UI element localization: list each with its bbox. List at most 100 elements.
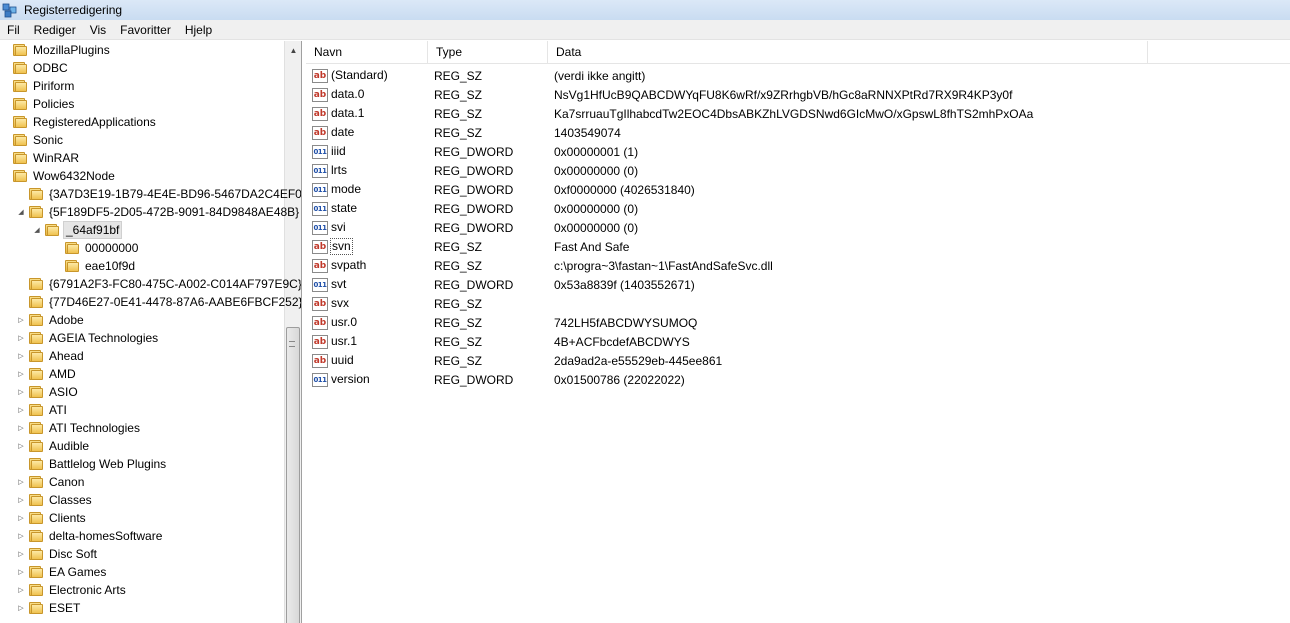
tree-item-label[interactable]: Wow6432Node [31, 168, 117, 184]
tree-item[interactable]: ◢ _64af91bf [32, 221, 123, 239]
scroll-thumb[interactable] [286, 327, 300, 623]
tree-item-label[interactable]: Adobe [47, 312, 86, 328]
value-row[interactable]: ab usr.0 REG_SZ 742LH5fABCDWYSUMOQ [306, 313, 1290, 332]
collapsed-arrow-icon[interactable]: ▷ [16, 563, 26, 581]
tree-item-label[interactable]: ESET [47, 600, 82, 616]
tree-item[interactable]: ▷ ASIO [16, 383, 80, 401]
value-row[interactable]: ab uuid REG_SZ 2da9ad2a-e55529eb-445ee861 [306, 351, 1290, 370]
tree-item-label[interactable]: ATI Technologies [47, 420, 142, 436]
tree-item-label[interactable]: Audible [47, 438, 91, 454]
tree-item[interactable]: Battlelog Web Plugins [16, 455, 168, 473]
collapsed-arrow-icon[interactable]: ▷ [16, 599, 26, 617]
tree-item[interactable]: ▷ delta-homesSoftware [16, 527, 164, 545]
tree-item[interactable]: ▷ Electronic Arts [16, 581, 128, 599]
tree-item-label[interactable]: MozillaPlugins [31, 42, 112, 58]
tree-item[interactable]: ▷ EA Games [16, 563, 108, 581]
tree-item[interactable]: ▷ ATI Technologies [16, 419, 142, 437]
value-row[interactable]: 011 svt REG_DWORD 0x53a8839f (1403552671) [306, 275, 1290, 294]
tree-item[interactable]: ▷ Clients [16, 509, 88, 527]
collapsed-arrow-icon[interactable]: ▷ [16, 401, 26, 419]
menu-favorites[interactable]: Favoritter [113, 21, 178, 39]
tree-item[interactable]: Policies [0, 95, 76, 113]
column-header-name[interactable]: Navn [306, 41, 428, 64]
column-header-type[interactable]: Type [428, 41, 548, 64]
tree-item-label[interactable]: Piriform [31, 78, 76, 94]
tree-item[interactable]: eae10f9d [52, 257, 137, 275]
tree-item[interactable]: ▷ ESET [16, 599, 82, 617]
tree-item[interactable]: RegisteredApplications [0, 113, 158, 131]
tree-item-label[interactable]: ASIO [47, 384, 80, 400]
tree-item-label[interactable]: delta-homesSoftware [47, 528, 164, 544]
tree-item-label[interactable]: {5F189DF5-2D05-472B-9091-84D9848AE48B} [47, 204, 301, 220]
menu-file[interactable]: Fil [0, 21, 27, 39]
tree-scrollbar[interactable]: ▲ [284, 41, 301, 623]
value-row[interactable]: ab svx REG_SZ [306, 294, 1290, 313]
tree-item[interactable]: ▷ AGEIA Technologies [16, 329, 160, 347]
value-row[interactable]: ab data.0 REG_SZ NsVg1HfUcB9QABCDWYqFU8K6wR… [306, 85, 1290, 104]
collapsed-arrow-icon[interactable]: ▷ [16, 365, 26, 383]
tree-item-label[interactable]: {77D46E27-0E41-4478-87A6-AABE6FBCF252} [47, 294, 301, 310]
value-row[interactable]: 011 svi REG_DWORD 0x00000000 (0) [306, 218, 1290, 237]
tree-item-label[interactable]: Canon [47, 474, 86, 490]
tree-item[interactable]: MozillaPlugins [0, 41, 112, 59]
tree-item-label[interactable]: EA Games [47, 564, 108, 580]
collapsed-arrow-icon[interactable]: ▷ [16, 491, 26, 509]
tree-item-label[interactable]: {6791A2F3-FC80-475C-A002-C014AF797E9C} [47, 276, 301, 292]
collapsed-arrow-icon[interactable]: ▷ [16, 329, 26, 347]
values-list[interactable]: Navn Type Data ab (Standard) REG_SZ (verdi … [306, 41, 1290, 623]
tree-item[interactable]: ODBC [0, 59, 70, 77]
expanded-arrow-icon[interactable]: ◢ [32, 221, 42, 239]
menu-help[interactable]: Hjelp [178, 21, 219, 39]
tree-item-label[interactable]: eae10f9d [83, 258, 137, 274]
tree-item-label[interactable]: RegisteredApplications [31, 114, 158, 130]
tree-item[interactable]: ▷ AMD [16, 365, 78, 383]
value-row[interactable]: ab data.1 REG_SZ Ka7srruauTgIlhabcdTw2EOC4D… [306, 104, 1290, 123]
collapsed-arrow-icon[interactable]: ▷ [16, 437, 26, 455]
tree-item-label[interactable]: WinRAR [31, 150, 81, 166]
collapsed-arrow-icon[interactable]: ▷ [16, 419, 26, 437]
collapsed-arrow-icon[interactable]: ▷ [16, 311, 26, 329]
collapsed-arrow-icon[interactable]: ▷ [16, 545, 26, 563]
value-row[interactable]: ab svpath REG_SZ c:\progra~3\fastan~1\FastA… [306, 256, 1290, 275]
tree-item-label[interactable]: Policies [31, 96, 76, 112]
tree-item-label[interactable]: Sonic [31, 132, 65, 148]
tree-item-label[interactable]: Ahead [47, 348, 86, 364]
tree-item-label[interactable]: Disc Soft [47, 546, 99, 562]
value-row[interactable]: ab usr.1 REG_SZ 4B+ACFbcdefABCDWYS [306, 332, 1290, 351]
collapsed-arrow-icon[interactable]: ▷ [16, 509, 26, 527]
tree-item[interactable]: ▷ Adobe [16, 311, 86, 329]
tree-item-label[interactable]: AGEIA Technologies [47, 330, 160, 346]
tree-item[interactable]: ▷ Canon [16, 473, 86, 491]
collapsed-arrow-icon[interactable]: ▷ [16, 347, 26, 365]
value-row[interactable]: 011 version REG_DWORD 0x01500786 (22022022) [306, 370, 1290, 389]
tree-item-label[interactable]: Electronic Arts [47, 582, 128, 598]
tree-item[interactable]: {3A7D3E19-1B79-4E4E-BD96-5467DA2C4EF0} [16, 185, 301, 203]
tree-item-label[interactable]: Battlelog Web Plugins [47, 456, 168, 472]
tree-item-label[interactable]: Clients [47, 510, 88, 526]
tree-item[interactable]: ◢ {5F189DF5-2D05-472B-9091-84D9848AE48B} [16, 203, 301, 221]
value-row[interactable]: ab svn REG_SZ Fast And Safe [306, 237, 1290, 256]
tree-item-label[interactable]: Classes [47, 492, 94, 508]
value-row[interactable]: ab (Standard) REG_SZ (verdi ikke angitt) [306, 66, 1290, 85]
tree-item[interactable]: Sonic [0, 131, 65, 149]
tree-item[interactable]: Wow6432Node [0, 167, 117, 185]
tree-item-label[interactable]: ODBC [31, 60, 70, 76]
value-row[interactable]: 011 iiid REG_DWORD 0x00000001 (1) [306, 142, 1290, 161]
tree-item[interactable]: {6791A2F3-FC80-475C-A002-C014AF797E9C} [16, 275, 301, 293]
tree-item-label[interactable]: AMD [47, 366, 78, 382]
collapsed-arrow-icon[interactable]: ▷ [16, 473, 26, 491]
tree-item[interactable]: ▷ Ahead [16, 347, 86, 365]
value-row[interactable]: 011 mode REG_DWORD 0xf0000000 (4026531840) [306, 180, 1290, 199]
tree-item-label[interactable]: _64af91bf [63, 221, 123, 239]
value-row[interactable]: 011 state REG_DWORD 0x00000000 (0) [306, 199, 1290, 218]
tree-item[interactable]: Piriform [0, 77, 76, 95]
menu-edit[interactable]: Rediger [27, 21, 83, 39]
registry-tree[interactable]: ▲ MozillaPlugins ODBC Piriform Policies Regi… [0, 41, 302, 623]
tree-item[interactable]: ▷ Classes [16, 491, 94, 509]
collapsed-arrow-icon[interactable]: ▷ [16, 383, 26, 401]
tree-item-label[interactable]: {3A7D3E19-1B79-4E4E-BD96-5467DA2C4EF0} [47, 186, 301, 202]
tree-item[interactable]: ▷ Disc Soft [16, 545, 99, 563]
column-header-data[interactable]: Data [548, 41, 1148, 64]
tree-item[interactable]: {77D46E27-0E41-4478-87A6-AABE6FBCF252} [16, 293, 301, 311]
scroll-up-arrow-icon[interactable]: ▲ [285, 43, 301, 57]
